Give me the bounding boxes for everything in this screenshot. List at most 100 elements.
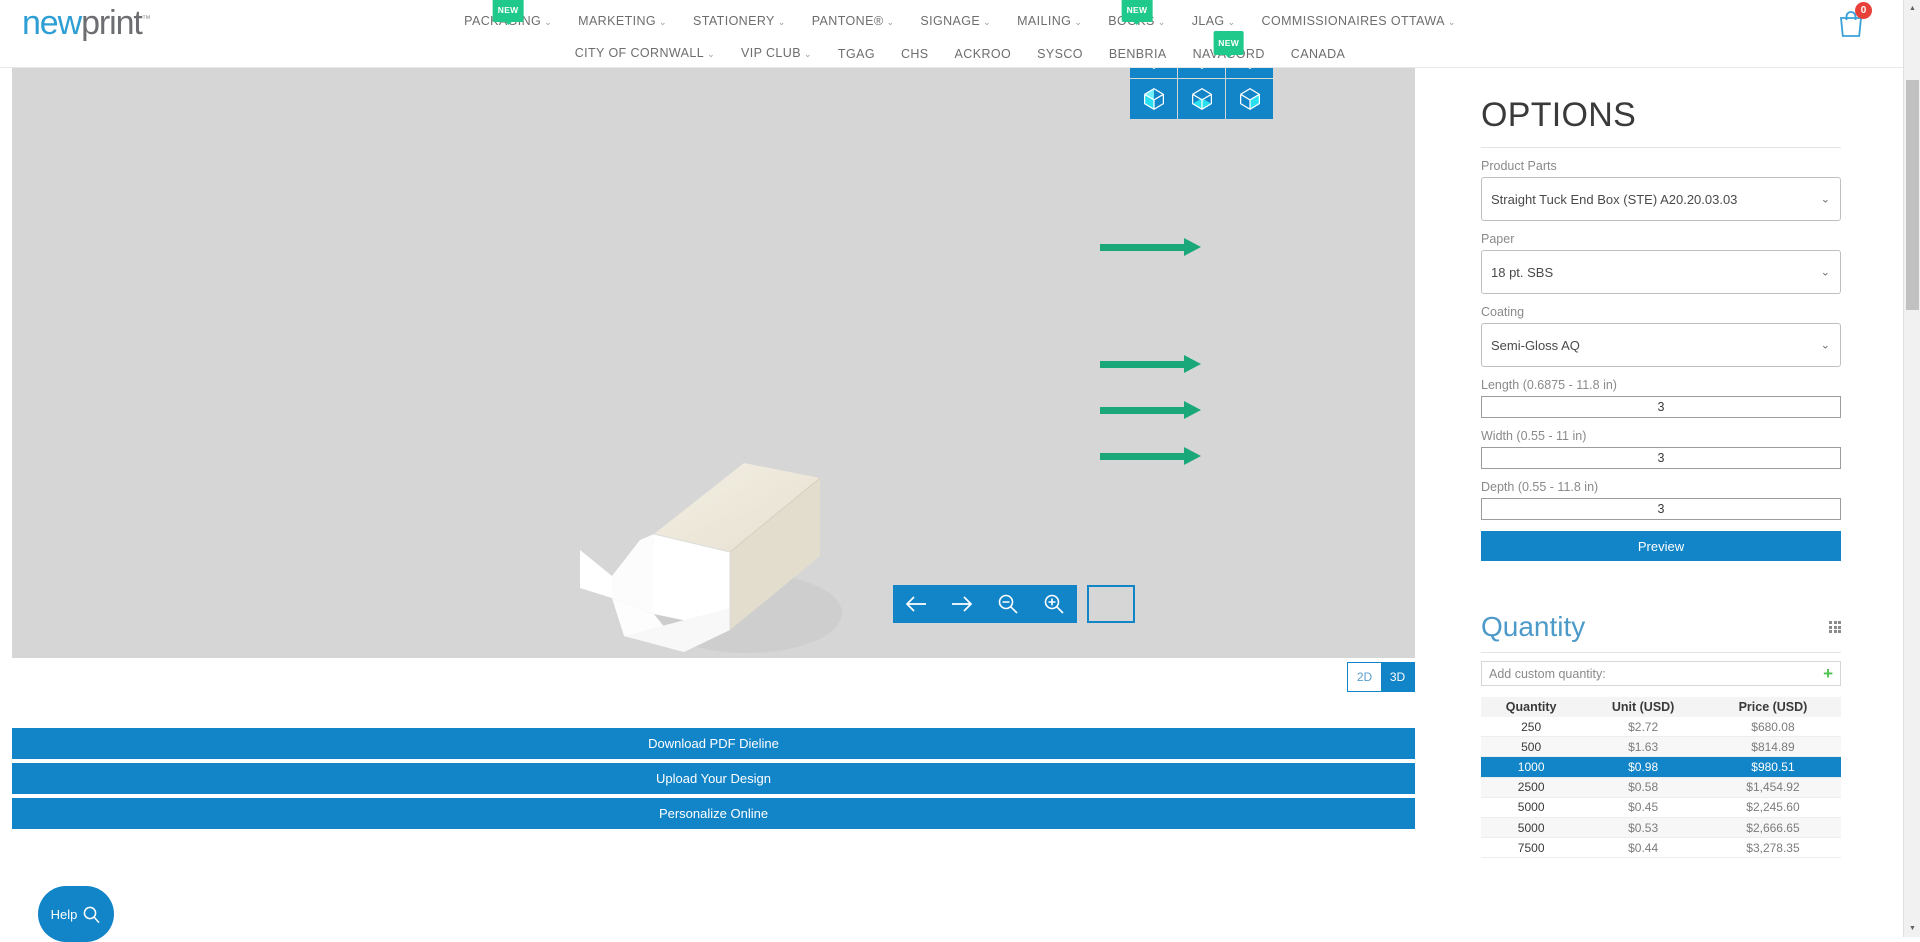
preview-button[interactable]: Preview xyxy=(1481,531,1841,561)
nav-item-ackroo[interactable]: ACKROO xyxy=(942,44,1025,64)
field-label-1: Paper xyxy=(1481,232,1515,246)
cube-view-button-6[interactable] xyxy=(1226,79,1273,119)
pricing-cell-qty: 500 xyxy=(1481,736,1582,758)
pricing-cell-qty: 5000 xyxy=(1481,817,1582,839)
nav-item-canada[interactable]: CANADA xyxy=(1278,44,1359,64)
chevron-down-icon: ⌄ xyxy=(777,17,786,27)
pricing-cell-unit: $0.53 xyxy=(1581,817,1705,839)
nav-item-sysco[interactable]: SYSCO xyxy=(1024,44,1096,64)
nav-item-pantone[interactable]: PANTONE® ⌄ xyxy=(799,11,908,32)
action-upload-your-design[interactable]: Upload Your Design xyxy=(12,763,1415,794)
grid-view-icon[interactable] xyxy=(1829,621,1841,633)
action-button-group: Download PDF Dieline Upload Your Design Pe… xyxy=(12,728,1415,833)
price-column-header-1: Unit (USD) xyxy=(1581,697,1705,717)
nav-row-secondary: CITY OF CORNWALL ⌄ VIP CLUB ⌄ TGAG CHS ACKROO S… xyxy=(0,31,1920,64)
nav-item-vip-club[interactable]: VIP CLUB ⌄ xyxy=(728,43,825,64)
select-product-parts[interactable]: Straight Tuck End Box (STE) A20.20.03.03… xyxy=(1481,177,1841,221)
select-coating[interactable]: Semi-Gloss AQ ⌄ xyxy=(1481,323,1841,367)
options-panel: OPTIONS Product Parts Straight Tuck End B… xyxy=(1467,68,1903,937)
scroll-up-arrow[interactable]: ▲ xyxy=(1904,0,1920,17)
toggle-3d-button[interactable]: 3D xyxy=(1381,663,1414,691)
cube-view-button-2[interactable] xyxy=(1178,68,1225,78)
zoom-out-button[interactable] xyxy=(985,585,1031,623)
nav-item-signage[interactable]: SIGNAGE ⌄ xyxy=(907,11,1004,32)
custom-quantity-row[interactable]: Add custom quantity: + xyxy=(1481,661,1841,686)
quantity-title: Quantity xyxy=(1481,611,1586,642)
box-3d-model xyxy=(580,463,842,653)
nav-item-label: STATIONERY xyxy=(693,14,775,28)
action-label: Personalize Online xyxy=(658,806,769,821)
chevron-down-icon: ⌄ xyxy=(1820,193,1830,206)
action-personalize-online[interactable]: Personalize Online xyxy=(12,798,1415,829)
help-button[interactable]: Help xyxy=(38,886,114,942)
main-content: 2D 3D Download PDF Dieline Upload Your De… xyxy=(0,68,1903,942)
nav-item-jlag[interactable]: JLAG ⌄ xyxy=(1179,11,1249,32)
pricing-cell-qty: 1000 xyxy=(1481,756,1582,778)
pricing-row[interactable]: 2500 $0.58 $1,454.92 xyxy=(1481,777,1841,798)
product-3d-viewer[interactable] xyxy=(12,68,1415,658)
chevron-down-icon: ⌄ xyxy=(1227,17,1236,27)
select-paper[interactable]: 18 pt. SBS ⌄ xyxy=(1481,250,1841,294)
nav-item-chs[interactable]: CHS xyxy=(888,44,942,64)
viewer-control-bar xyxy=(893,585,1077,623)
input-length[interactable] xyxy=(1481,396,1841,418)
scrollbar-thumb[interactable] xyxy=(1906,80,1919,310)
nav-item-label: MARKETING xyxy=(578,14,657,28)
options-title: OPTIONS xyxy=(1481,96,1637,134)
nav-item-marketing[interactable]: MARKETING ⌄ xyxy=(565,11,680,32)
nav-item-stationery[interactable]: STATIONERY ⌄ xyxy=(680,11,799,32)
select-value: Straight Tuck End Box (STE) A20.20.03.03 xyxy=(1491,191,1738,207)
fullscreen-frame-button[interactable] xyxy=(1087,585,1135,623)
cube-view-button-4[interactable] xyxy=(1130,79,1177,119)
nav-row-primary: NEWPACKAGING⌄MARKETING⌄STATIONERY⌄PANTON… xyxy=(0,0,1920,32)
cube-view-button-1[interactable] xyxy=(1130,68,1177,78)
cube-view-button-5[interactable] xyxy=(1178,79,1225,119)
toggle-2d-button[interactable]: 2D xyxy=(1348,663,1381,691)
nav-item-navacord[interactable]: NEWNAVACORD xyxy=(1180,31,1278,64)
nav-item-books[interactable]: NEWBOOKS⌄ xyxy=(1095,0,1178,32)
cube-icon xyxy=(1191,87,1212,111)
nav-item-label: CITY OF CORNWALL xyxy=(574,46,705,60)
cube-icon xyxy=(1247,68,1252,70)
pricing-row[interactable]: 5000 $0.45 $2,245.60 xyxy=(1481,797,1841,818)
nav-item-packaging[interactable]: NEWPACKAGING⌄ xyxy=(451,0,565,32)
nav-item-label: JLAG xyxy=(1191,14,1225,28)
pricing-row[interactable]: 250 $2.72 $680.08 xyxy=(1481,717,1841,738)
add-quantity-icon[interactable]: + xyxy=(1823,664,1833,684)
page-scrollbar[interactable]: ▲ ▼ xyxy=(1903,0,1920,937)
pricing-cell-unit: $0.58 xyxy=(1581,777,1705,798)
arrow-right-icon xyxy=(952,596,973,612)
pricing-row[interactable]: 500 $1.63 $814.89 xyxy=(1481,736,1841,758)
pricing-cell-qty: 5000 xyxy=(1481,797,1582,818)
rotate-left-button[interactable] xyxy=(893,585,939,623)
nav-item-benbria[interactable]: BENBRIA xyxy=(1096,44,1180,64)
chevron-down-icon: ⌄ xyxy=(983,17,992,27)
nav-item-label: ACKROO xyxy=(954,47,1012,61)
nav-item-tgag[interactable]: TGAG xyxy=(825,44,888,64)
pricing-cell-price: $980.51 xyxy=(1704,756,1841,778)
pricing-row[interactable]: 5000 $0.53 $2,666.65 xyxy=(1481,817,1841,839)
action-label: Upload Your Design xyxy=(656,771,771,786)
nav-item-commissionaires-ottawa[interactable]: COMMISSIONAIRES OTTAWA ⌄ xyxy=(1249,11,1469,32)
option-fields-list: Product Parts Straight Tuck End Box (STE)… xyxy=(1481,159,1841,531)
nav-item-city-of-cornwall[interactable]: CITY OF CORNWALL ⌄ xyxy=(562,43,728,64)
pricing-row[interactable]: 7500 $0.44 $3,278.35 xyxy=(1481,837,1841,859)
cube-view-button-3[interactable] xyxy=(1226,68,1273,78)
price-column-header-0: Quantity xyxy=(1481,697,1582,717)
arrow-left-icon xyxy=(905,596,926,612)
action-download-pdf-dieline[interactable]: Download PDF Dieline xyxy=(12,728,1415,759)
select-value: 18 pt. SBS xyxy=(1491,264,1554,280)
input-depth[interactable] xyxy=(1481,498,1841,520)
nav-item-mailing[interactable]: MAILING ⌄ xyxy=(1004,11,1095,32)
action-label: Download PDF Dieline xyxy=(648,736,779,751)
pricing-row[interactable]: 1000 $0.98 $980.51 xyxy=(1481,756,1841,778)
nav-item-label: SIGNAGE xyxy=(920,14,981,28)
scroll-down-arrow[interactable]: ▼ xyxy=(1904,920,1920,937)
input-width[interactable] xyxy=(1481,447,1841,469)
chevron-down-icon: ⌄ xyxy=(1447,17,1456,27)
zoom-in-button[interactable] xyxy=(1031,585,1077,623)
rotate-right-button[interactable] xyxy=(939,585,985,623)
nav-item-label: TGAG xyxy=(837,47,875,61)
cart-button[interactable]: 0 xyxy=(1834,2,1872,40)
chevron-down-icon: ⌄ xyxy=(1157,17,1166,27)
